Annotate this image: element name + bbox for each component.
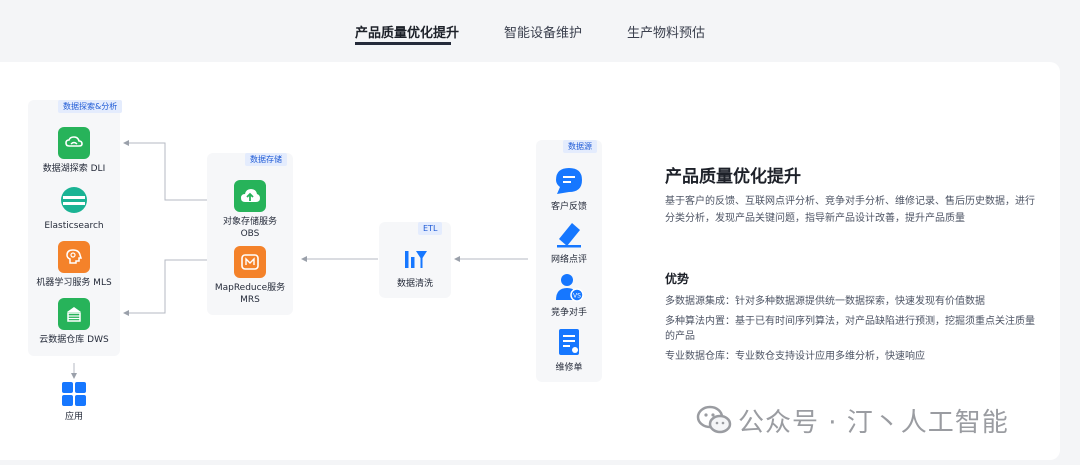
node-obs[interactable]: 对象存储服务 OBS [200, 180, 300, 240]
group-source-tag: 数据源 [563, 140, 597, 153]
node-mrs[interactable]: MapReduce服务 MRS [200, 246, 300, 306]
wechat-icon [696, 405, 732, 434]
group-explore-tag: 数据探索&分析 [58, 100, 123, 113]
node-repair[interactable]: 维修单 [534, 326, 604, 374]
chat-bubble-icon [553, 165, 585, 197]
pencil-icon [553, 218, 585, 250]
cloud-upload-icon [234, 180, 266, 212]
node-dli-label: 数据湖探索 DLI [42, 164, 106, 174]
cloud-lake-icon [58, 127, 90, 159]
node-mrs-label-1: MapReduce服务 [214, 283, 286, 293]
node-mrs-label-2: MRS [240, 295, 260, 305]
mapreduce-icon [234, 246, 266, 278]
database-icon [58, 298, 90, 330]
watermark-text: 公众号 · 汀丶人工智能 [738, 407, 1009, 438]
advantage-item: 多种算法内置：基于已有时间序列算法，对产品缺陷进行预测，挖掘须重点关注质量的产品 [665, 316, 1035, 342]
node-elasticsearch[interactable]: Elasticsearch [24, 184, 124, 232]
group-etl-tag: ETL [418, 222, 443, 235]
arrow-storage-explore-top [123, 140, 207, 201]
node-etl[interactable]: 数据清洗 [380, 244, 450, 290]
node-dws-label: 云数据仓库 DWS [39, 335, 109, 345]
node-mls-label: 机器学习服务 MLS [36, 278, 112, 288]
arrow-storage-explore-bottom [123, 259, 207, 316]
node-obs-label: 对象存储服务 OBS [200, 216, 300, 240]
elasticsearch-icon [58, 184, 90, 216]
node-repair-label: 维修单 [555, 363, 583, 373]
advantage-item: 专业数据仓库：专业数仓支持设计应用多维分析，快速响应 [665, 351, 925, 362]
node-app[interactable]: 应用 [44, 381, 104, 423]
node-obs-label-1: 对象存储服务 [222, 217, 277, 227]
node-dli[interactable]: 数据湖探索 DLI [24, 127, 124, 175]
section-title: 产品质量优化提升 [665, 167, 801, 187]
node-mrs-label: MapReduce服务 MRS [200, 282, 300, 306]
versus-user-icon: VS [553, 271, 585, 303]
node-dws[interactable]: 云数据仓库 DWS [24, 298, 124, 346]
node-elasticsearch-label: Elasticsearch [44, 221, 104, 231]
node-obs-label-2: OBS [240, 229, 260, 239]
advantage-item: 多数据源集成：针对多种数据源提供统一数据探索，快速发现有价值数据 [665, 296, 985, 307]
node-competitor[interactable]: VS 竞争对手 [534, 271, 604, 319]
node-feedback[interactable]: 客户反馈 [534, 165, 604, 213]
node-feedback-label: 客户反馈 [550, 202, 587, 212]
svg-text:VS: VS [573, 293, 581, 300]
node-app-label: 应用 [64, 412, 83, 422]
apps-grid-icon [61, 381, 87, 407]
node-competitor-label: 竞争对手 [550, 308, 587, 318]
section-description: 基于客户的反馈、互联网点评分析、竞争对手分析、维修记录、售后历史数据，进行分类分… [665, 196, 1035, 224]
node-etl-label: 数据清洗 [396, 279, 433, 289]
data-cleaning-icon [400, 244, 430, 274]
group-storage-tag: 数据存储 [245, 153, 287, 166]
watermark: 公众号 · 汀丶人工智能 [696, 402, 1009, 438]
node-review-label: 网络点评 [550, 255, 587, 265]
advantages-title: 优势 [665, 272, 690, 286]
repair-form-icon [553, 326, 585, 358]
node-review[interactable]: 网络点评 [534, 218, 604, 266]
node-mls[interactable]: 机器学习服务 MLS [24, 241, 124, 289]
brain-icon [58, 241, 90, 273]
